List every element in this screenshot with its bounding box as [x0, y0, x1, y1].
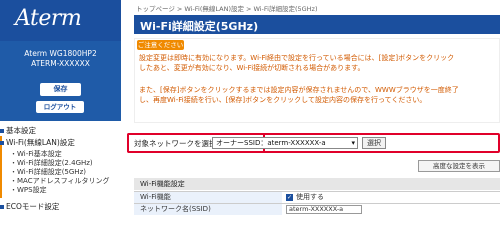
breadcrumb: トップページ > Wi-Fi(無線LAN)設定 > Wi-Fi詳細設定(5GHz): [136, 3, 318, 13]
notice-tag: ご注意ください: [137, 40, 184, 50]
row-label: ネットワーク名(SSID): [134, 204, 282, 215]
chevron-down-icon: ▾: [351, 139, 355, 147]
select-button[interactable]: 選択: [362, 137, 386, 149]
device-name: ATERM-XXXXXX: [31, 59, 90, 68]
nav-item-wifi-settings[interactable]: Wi-Fi(無線LAN)設定: [0, 137, 75, 148]
bullet-icon: [0, 129, 4, 133]
logout-button[interactable]: ログアウト: [36, 101, 84, 113]
logo-area: Aterm: [0, 0, 121, 41]
row-value: ✓ 使用する: [286, 192, 324, 203]
breadcrumb-top[interactable]: トップページ: [136, 5, 175, 13]
setting-row-wifi-function: Wi-Fi機能 ✓ 使用する: [134, 191, 500, 203]
model-name: Aterm WG1800HP2: [24, 49, 97, 58]
show-advanced-button[interactable]: 高度な設定を表示: [418, 160, 500, 172]
page-title: Wi-Fi詳細設定(5GHz): [140, 20, 259, 33]
setting-row-ssid: ネットワーク名(SSID) aterm-XXXXXX-a: [134, 203, 500, 215]
breadcrumb-wifi[interactable]: Wi-Fi(無線LAN)設定: [184, 5, 244, 13]
aterm-logo: Aterm: [15, 6, 82, 31]
checkbox-label: 使用する: [296, 193, 324, 201]
nav-item-basic-settings[interactable]: 基本設定: [0, 125, 36, 136]
nav-item-eco-mode[interactable]: ECOモード設定: [0, 201, 59, 212]
row-label: Wi-Fi機能: [134, 192, 282, 203]
target-network-label: 対象ネットワークを選択: [134, 139, 217, 148]
bullet-icon: [0, 205, 4, 209]
ssid-input[interactable]: aterm-XXXXXX-a: [286, 205, 362, 214]
section-header: Wi-Fi機能設定: [134, 178, 500, 190]
wifi-enable-checkbox[interactable]: ✓: [286, 193, 293, 201]
save-button[interactable]: 保存: [40, 83, 81, 96]
nav-item-wps[interactable]: ・WPS設定: [10, 185, 47, 195]
breadcrumb-current: Wi-Fi詳細設定(5GHz): [253, 5, 318, 13]
sidebar: Aterm Aterm WG1800HP2 ATERM-XXXXXX 保存 ログ…: [0, 0, 121, 212]
breadcrumb-separator: >: [246, 5, 252, 13]
target-network-select[interactable]: オーナーSSID：aterm-XXXXXX-a ▾: [212, 137, 358, 149]
section-title: Wi-Fi機能設定: [140, 180, 185, 188]
page-title-bar: Wi-Fi詳細設定(5GHz): [134, 15, 500, 34]
bullet-icon: [0, 141, 4, 145]
notice-text: 設定変更は即時に有効になります。Wi-Fi経由で設定を行っている場合には、[設定…: [139, 54, 455, 62]
notice-text: また、[保存]ボタンをクリックするまでは設定内容が保存されませんので、WWWブラ…: [139, 86, 459, 94]
notice-box: ご注意ください 設定変更は即時に有効になります。Wi-Fi経由で設定を行っている…: [134, 38, 500, 123]
target-network-value: オーナーSSID：aterm-XXXXXX-a: [216, 139, 326, 147]
notice-text: したあと、変更が有効になり、Wi-Fi接続が切断される場合があります。: [139, 64, 365, 72]
breadcrumb-separator: >: [176, 5, 183, 13]
notice-text: し、再度Wi-Fi接続を行い、[保存]ボタンをクリックして設定内容の保存を行って…: [139, 96, 427, 104]
